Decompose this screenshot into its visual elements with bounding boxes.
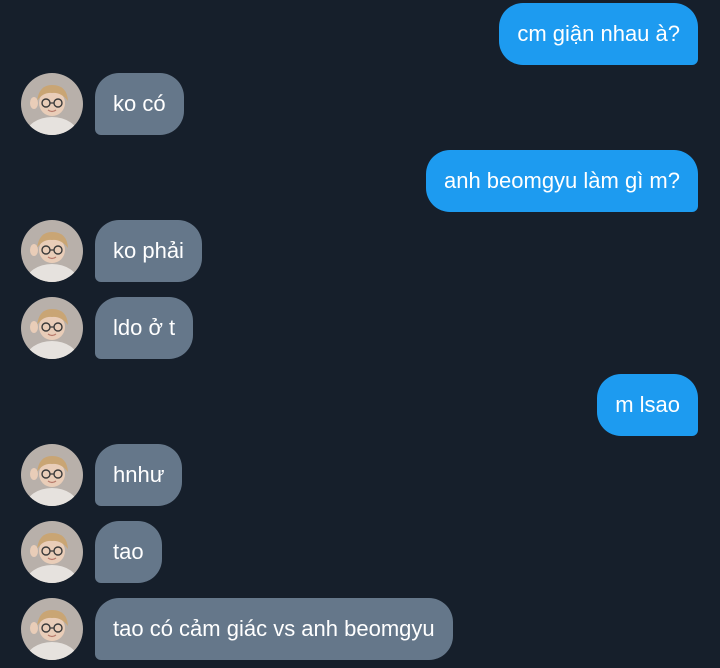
- message-row-incoming: tao: [0, 521, 720, 583]
- incoming-message-bubble[interactable]: hnhư: [95, 444, 183, 506]
- message-row-outgoing: cm giận nhau à?: [0, 3, 720, 65]
- outgoing-message-bubble[interactable]: cm giận nhau à?: [499, 3, 698, 65]
- message-text: hnhư: [113, 462, 165, 487]
- incoming-message-bubble[interactable]: ko phải: [95, 220, 202, 282]
- message-row-incoming: hnhư: [0, 444, 720, 506]
- message-row-incoming: ko phải: [0, 220, 720, 282]
- outgoing-message-bubble[interactable]: m lsao: [597, 374, 698, 436]
- incoming-message-bubble[interactable]: ldo ở t: [95, 297, 194, 359]
- message-row-outgoing: anh beomgyu làm gì m?: [0, 150, 720, 212]
- avatar-image: [21, 297, 83, 359]
- message-row-incoming: ko có: [0, 73, 720, 135]
- avatar-image: [21, 521, 83, 583]
- message-text: tao có cảm giác vs anh beomgyu: [113, 616, 435, 641]
- outgoing-message-bubble[interactable]: anh beomgyu làm gì m?: [425, 150, 698, 212]
- avatar[interactable]: [21, 220, 83, 282]
- avatar-image: [21, 73, 83, 135]
- message-text: cm giận nhau à?: [517, 21, 680, 46]
- avatar[interactable]: [21, 297, 83, 359]
- message-text: ldo ở t: [113, 315, 176, 340]
- message-row-incoming: ldo ở t: [0, 297, 720, 359]
- avatar[interactable]: [21, 73, 83, 135]
- incoming-message-bubble[interactable]: tao: [95, 521, 162, 583]
- message-text: tao: [113, 539, 144, 564]
- incoming-message-bubble[interactable]: tao có cảm giác vs anh beomgyu: [95, 598, 453, 660]
- message-text: ko phải: [113, 238, 184, 263]
- chat-thread: cm giận nhau à? ko có anh beomgyu làm gì…: [0, 0, 720, 668]
- message-text: ko có: [113, 91, 166, 116]
- message-row-outgoing: m lsao: [0, 374, 720, 436]
- avatar-image: [21, 444, 83, 506]
- message-text: m lsao: [615, 392, 680, 417]
- avatar[interactable]: [21, 521, 83, 583]
- incoming-message-bubble[interactable]: ko có: [95, 73, 184, 135]
- message-text: anh beomgyu làm gì m?: [443, 168, 680, 193]
- avatar-image: [21, 598, 83, 660]
- avatar-image: [21, 220, 83, 282]
- avatar[interactable]: [21, 598, 83, 660]
- message-row-incoming: tao có cảm giác vs anh beomgyu: [0, 598, 720, 660]
- avatar[interactable]: [21, 444, 83, 506]
